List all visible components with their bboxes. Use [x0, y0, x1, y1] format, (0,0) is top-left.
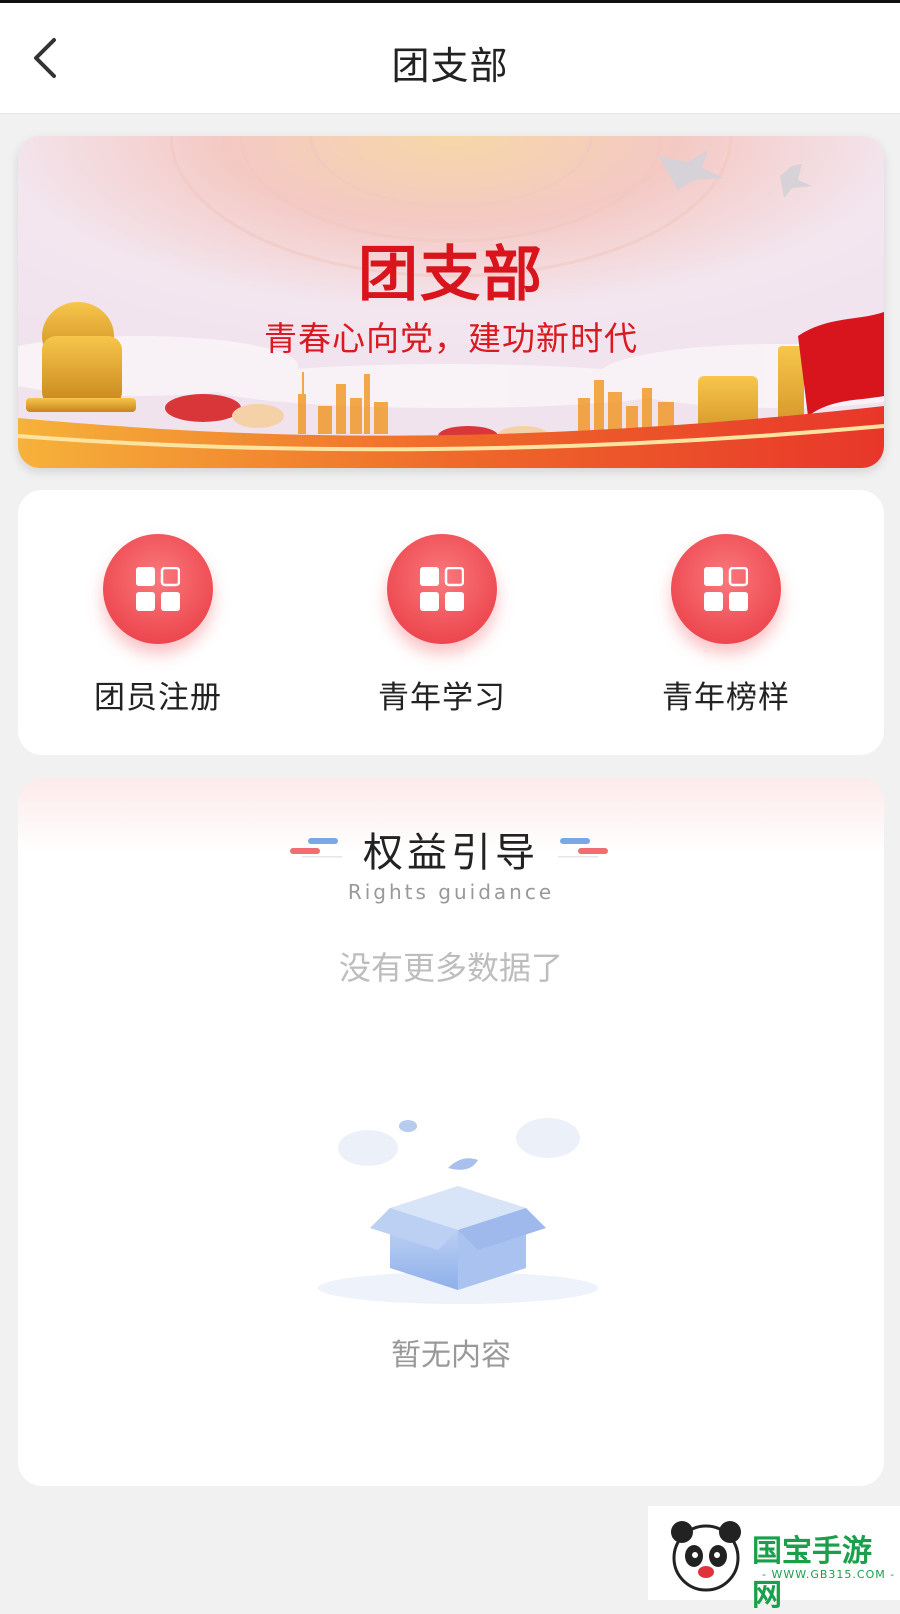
empty-box-icon — [318, 1118, 598, 1304]
quick-item-label: 团员注册 — [94, 680, 222, 716]
grid-apps-icon — [704, 567, 748, 611]
empty-state-text: 暂无内容 — [391, 1338, 511, 1373]
section-subtitle: Rights guidance — [347, 880, 555, 904]
quick-item-icon-bg — [103, 534, 213, 644]
rights-guidance-section: 权益引导 Rights guidance 没有更多数据了 暂无内容 — [18, 778, 884, 1486]
quick-item-icon-bg — [671, 534, 781, 644]
quick-item-label: 青年学习 — [378, 680, 506, 716]
watermark-url: - WWW.GB315.COM - — [762, 1568, 896, 1581]
section-title: 权益引导 — [363, 830, 539, 876]
quick-item-member-registration[interactable]: 团员注册 — [68, 534, 248, 717]
banner-title: 团支部 — [358, 240, 544, 310]
quick-item-icon-bg — [387, 534, 497, 644]
banner-slogan: 青春心向党，建功新时代 — [264, 319, 638, 358]
grid-apps-icon — [420, 567, 464, 611]
quick-menu: 团员注册 青年学习 青年榜样 — [18, 490, 884, 755]
hero-banner[interactable]: 团支部 青春心向党，建功新时代 — [18, 136, 884, 468]
page-title: 团支部 — [391, 44, 509, 88]
nav-header: 团支部 — [0, 3, 900, 114]
site-watermark: 国宝手游网 - WWW.GB315.COM - — [648, 1506, 900, 1613]
panda-logo-icon — [671, 1521, 741, 1592]
quick-item-youth-role-models[interactable]: 青年榜样 — [636, 534, 816, 717]
quick-item-label: 青年榜样 — [662, 680, 790, 716]
no-more-data-text: 没有更多数据了 — [338, 949, 563, 987]
grid-apps-icon — [136, 567, 180, 611]
quick-item-youth-study[interactable]: 青年学习 — [352, 534, 532, 717]
